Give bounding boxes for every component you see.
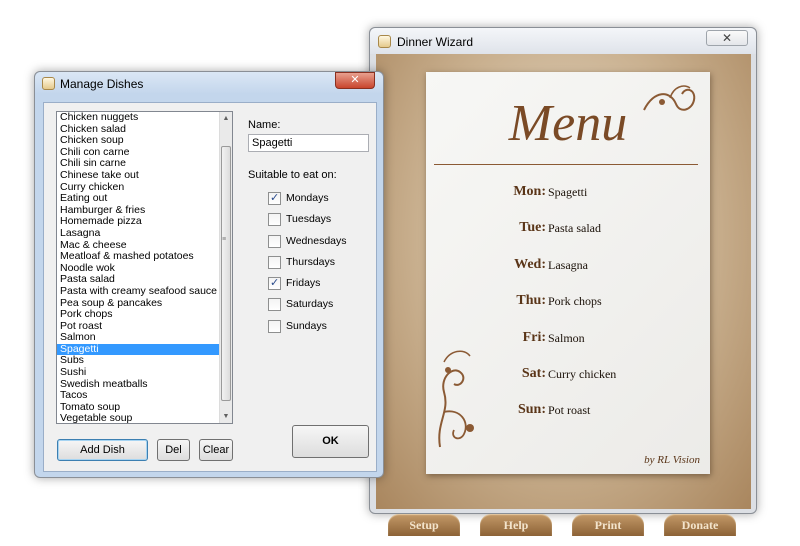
close-icon[interactable]: ✕ (335, 72, 375, 89)
menu-dish: Lasagna (548, 258, 588, 272)
checkbox-label: Fridays (286, 277, 321, 289)
menu-day: Wed: (514, 257, 546, 272)
checkbox-label: Mondays (286, 192, 329, 204)
checkbox-label: Tuesdays (286, 213, 332, 225)
menu-day: Tue: (519, 220, 546, 235)
checkbox-saturdays-box[interactable] (268, 298, 281, 311)
menu-day: Thu: (516, 293, 546, 308)
clear-button[interactable]: Clear (199, 439, 233, 461)
menu-row-wed: Wed: Lasagna (426, 257, 710, 277)
list-item[interactable]: Chicken nuggets (57, 112, 232, 124)
menu-dish: Pork chops (548, 294, 602, 308)
menu-dish: Salmon (548, 331, 585, 345)
help-button[interactable]: Help (480, 514, 552, 536)
byline: by RL Vision (644, 454, 700, 466)
menu-day: Mon: (513, 184, 546, 199)
menu-dish: Pasta salad (548, 221, 601, 235)
scroll-down-icon[interactable]: ▼ (220, 410, 232, 423)
menu-row-tue: Tue: Pasta salad (426, 220, 710, 240)
print-button[interactable]: Print (572, 514, 644, 536)
menu-dish: Spagetti (548, 185, 588, 199)
menu-dish: Curry chicken (548, 367, 617, 381)
menu-row-mon: Mon: Spagetti (426, 184, 710, 204)
list-item[interactable]: Meatloaf & mashed potatoes (57, 251, 232, 263)
checkbox-label: Sundays (286, 320, 327, 332)
window-title: Dinner Wizard (397, 35, 474, 49)
app-icon (42, 77, 55, 90)
close-icon[interactable]: ✕ (706, 30, 748, 46)
manage-dishes-titlebar[interactable]: Manage Dishes ✕ (35, 72, 383, 94)
checkbox-tuesdays-box[interactable] (268, 213, 281, 226)
checkbox-label: Wednesdays (286, 235, 347, 247)
name-label: Name: (248, 119, 281, 131)
menu-title: Menu (508, 95, 628, 152)
checkbox-thursdays-box[interactable] (268, 256, 281, 269)
menu-dish: Pot roast (548, 403, 591, 417)
menu-day: Fri: (522, 330, 546, 345)
dish-list[interactable]: Chicken nuggets Chicken salad Chicken soup… (56, 111, 233, 424)
menu-background: Menu Mon: Spagetti Tue: Pasta salad Wed:… (376, 54, 751, 536)
checkbox-sundays-box[interactable] (268, 320, 281, 333)
setup-button[interactable]: Setup (388, 514, 460, 536)
suitable-label: Suitable to eat on: (248, 169, 337, 181)
menu-day: Sat: (521, 366, 546, 381)
list-item[interactable]: Chinese take out (57, 169, 232, 182)
manage-dishes-content: Chicken nuggets Chicken salad Chicken soup… (43, 102, 377, 472)
window-title: Manage Dishes (60, 77, 144, 91)
delete-dish-button[interactable]: Del (157, 439, 190, 461)
checkbox-wednesdays-box[interactable] (268, 235, 281, 248)
scroll-thumb[interactable] (221, 146, 231, 401)
add-dish-button[interactable]: Add Dish (57, 439, 148, 461)
list-item[interactable]: Lasagna (57, 227, 232, 240)
list-scrollbar[interactable]: ▲ ≡ ▼ (219, 112, 232, 423)
name-input[interactable]: Spagetti (248, 134, 369, 152)
checkbox-fridays-box[interactable] (268, 276, 281, 290)
donate-button[interactable]: Donate (664, 514, 736, 536)
dish-list-items: Chicken nuggets Chicken salad Chicken soup… (57, 112, 232, 423)
list-item[interactable]: Pasta with creamy seafood sauce (57, 285, 232, 298)
menu-row-thu: Thu: Pork chops (426, 293, 710, 313)
ornament-bottom-left-icon (438, 350, 474, 448)
app-icon (378, 35, 391, 48)
scroll-up-icon[interactable]: ▲ (220, 112, 232, 125)
list-item[interactable]: Eating out (57, 193, 232, 205)
checkbox-mondays-box[interactable] (268, 191, 281, 205)
dinner-wizard-window: Dinner Wizard ✕ Menu Mon: Spagetti Tue: … (369, 27, 757, 536)
list-item[interactable]: Vegetable soup (57, 413, 232, 423)
checkbox-label: Saturdays (286, 298, 334, 310)
checkbox-label: Thursdays (286, 256, 336, 268)
grip-icon: ≡ (222, 236, 227, 243)
dinner-wizard-titlebar[interactable]: Dinner Wizard ✕ (370, 28, 756, 54)
ok-button[interactable]: OK (292, 425, 369, 458)
menu-card: Menu Mon: Spagetti Tue: Pasta salad Wed:… (426, 72, 710, 474)
menu-divider (434, 164, 698, 165)
menu-day: Sun: (517, 402, 546, 417)
list-item[interactable]: Pork chops (57, 308, 232, 321)
list-item[interactable]: Sushi (57, 366, 232, 379)
manage-dishes-window: Manage Dishes ✕ Chicken nuggets Chicken s… (34, 71, 384, 478)
